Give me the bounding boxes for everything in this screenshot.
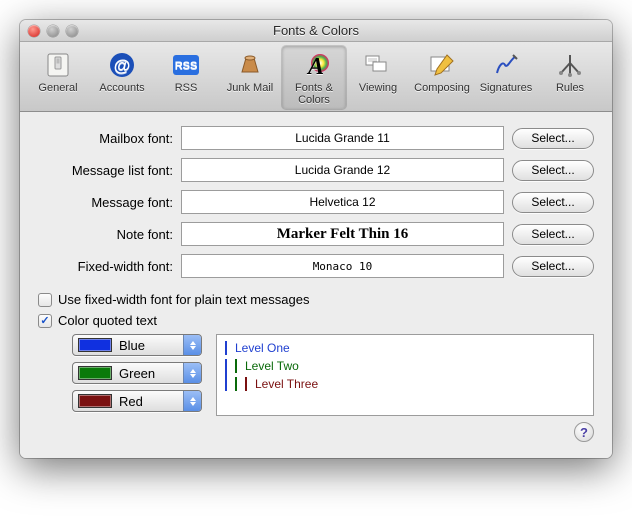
- message-list-font-label: Message list font:: [38, 163, 173, 178]
- svg-text:RSS: RSS: [175, 60, 198, 72]
- toolbar-item-rules[interactable]: Rules: [538, 46, 602, 109]
- toolbar-label: RSS: [154, 82, 218, 94]
- svg-text:@: @: [114, 56, 131, 75]
- toolbar-label: Rules: [538, 82, 602, 94]
- toolbar-label: Viewing: [346, 82, 410, 94]
- level1-color-popup[interactable]: Blue: [72, 334, 202, 356]
- quote-level-3: Level Three: [245, 377, 585, 391]
- mailbox-font-select-button[interactable]: Select...: [512, 128, 594, 149]
- quote-level-1: Level One: [225, 341, 585, 355]
- quote-preview: Level One Level Two Level Three: [216, 334, 594, 416]
- toolbar-label: Junk Mail: [218, 82, 282, 94]
- toolbar-label: General: [26, 82, 90, 94]
- toolbar-item-signatures[interactable]: Signatures: [474, 46, 538, 109]
- toolbar-item-viewing[interactable]: Viewing: [346, 46, 410, 109]
- message-font-field: Helvetica 12: [181, 190, 504, 214]
- toolbar: General @ Accounts RSS RSS Junk Mail: [20, 42, 612, 112]
- switch-icon: [41, 50, 75, 80]
- toolbar-item-junk-mail[interactable]: Junk Mail: [218, 46, 282, 109]
- toolbar-item-composing[interactable]: Composing: [410, 46, 474, 109]
- svg-text:A: A: [306, 54, 324, 80]
- toolbar-label: Composing: [410, 82, 474, 94]
- toolbar-item-general[interactable]: General: [26, 46, 90, 109]
- popup-label: Red: [119, 394, 143, 409]
- note-font-select-button[interactable]: Select...: [512, 224, 594, 245]
- note-font-label: Note font:: [38, 227, 173, 242]
- mailbox-font-label: Mailbox font:: [38, 131, 173, 146]
- toolbar-item-rss[interactable]: RSS RSS: [154, 46, 218, 109]
- composing-icon: [425, 50, 459, 80]
- fixed-width-font-field: Monaco 10: [181, 254, 504, 278]
- popup-arrows-icon: [183, 363, 201, 383]
- titlebar: Fonts & Colors: [20, 20, 612, 42]
- popup-arrows-icon: [183, 335, 201, 355]
- junk-icon: [233, 50, 267, 80]
- use-fixed-width-checkbox[interactable]: [38, 293, 52, 307]
- rules-icon: [553, 50, 587, 80]
- color-swatch-icon: [78, 366, 112, 380]
- mailbox-font-field: Lucida Grande 11: [181, 126, 504, 150]
- message-font-label: Message font:: [38, 195, 173, 210]
- preferences-window: Fonts & Colors General @ Accounts RSS RS…: [20, 20, 612, 458]
- toolbar-label: Accounts: [90, 82, 154, 94]
- message-list-font-select-button[interactable]: Select...: [512, 160, 594, 181]
- toolbar-label: Fonts & Colors: [282, 82, 346, 106]
- toolbar-label: Signatures: [474, 82, 538, 94]
- fixed-width-font-label: Fixed-width font:: [38, 259, 173, 274]
- viewing-icon: [361, 50, 395, 80]
- message-font-select-button[interactable]: Select...: [512, 192, 594, 213]
- at-sign-icon: @: [105, 50, 139, 80]
- help-button[interactable]: ?: [574, 422, 594, 442]
- message-list-font-field: Lucida Grande 12: [181, 158, 504, 182]
- popup-label: Green: [119, 366, 155, 381]
- use-fixed-width-label: Use fixed-width font for plain text mess…: [58, 292, 309, 307]
- note-font-field: Marker Felt Thin 16: [181, 222, 504, 246]
- color-swatch-icon: [78, 338, 112, 352]
- level2-color-popup[interactable]: Green: [72, 362, 202, 384]
- toolbar-item-fonts-colors[interactable]: A Fonts & Colors: [282, 46, 346, 109]
- quote-level-2: Level Two: [235, 359, 585, 373]
- popup-label: Blue: [119, 338, 145, 353]
- color-swatch-icon: [78, 394, 112, 408]
- popup-arrows-icon: [183, 391, 201, 411]
- toolbar-item-accounts[interactable]: @ Accounts: [90, 46, 154, 109]
- content-area: Mailbox font: Lucida Grande 11 Select...…: [20, 112, 612, 458]
- window-title: Fonts & Colors: [20, 23, 612, 38]
- level3-color-popup[interactable]: Red: [72, 390, 202, 412]
- fixed-width-font-select-button[interactable]: Select...: [512, 256, 594, 277]
- rss-icon: RSS: [169, 50, 203, 80]
- fonts-colors-icon: A: [297, 50, 331, 80]
- color-quoted-label: Color quoted text: [58, 313, 157, 328]
- signatures-icon: [489, 50, 523, 80]
- color-quoted-checkbox[interactable]: [38, 314, 52, 328]
